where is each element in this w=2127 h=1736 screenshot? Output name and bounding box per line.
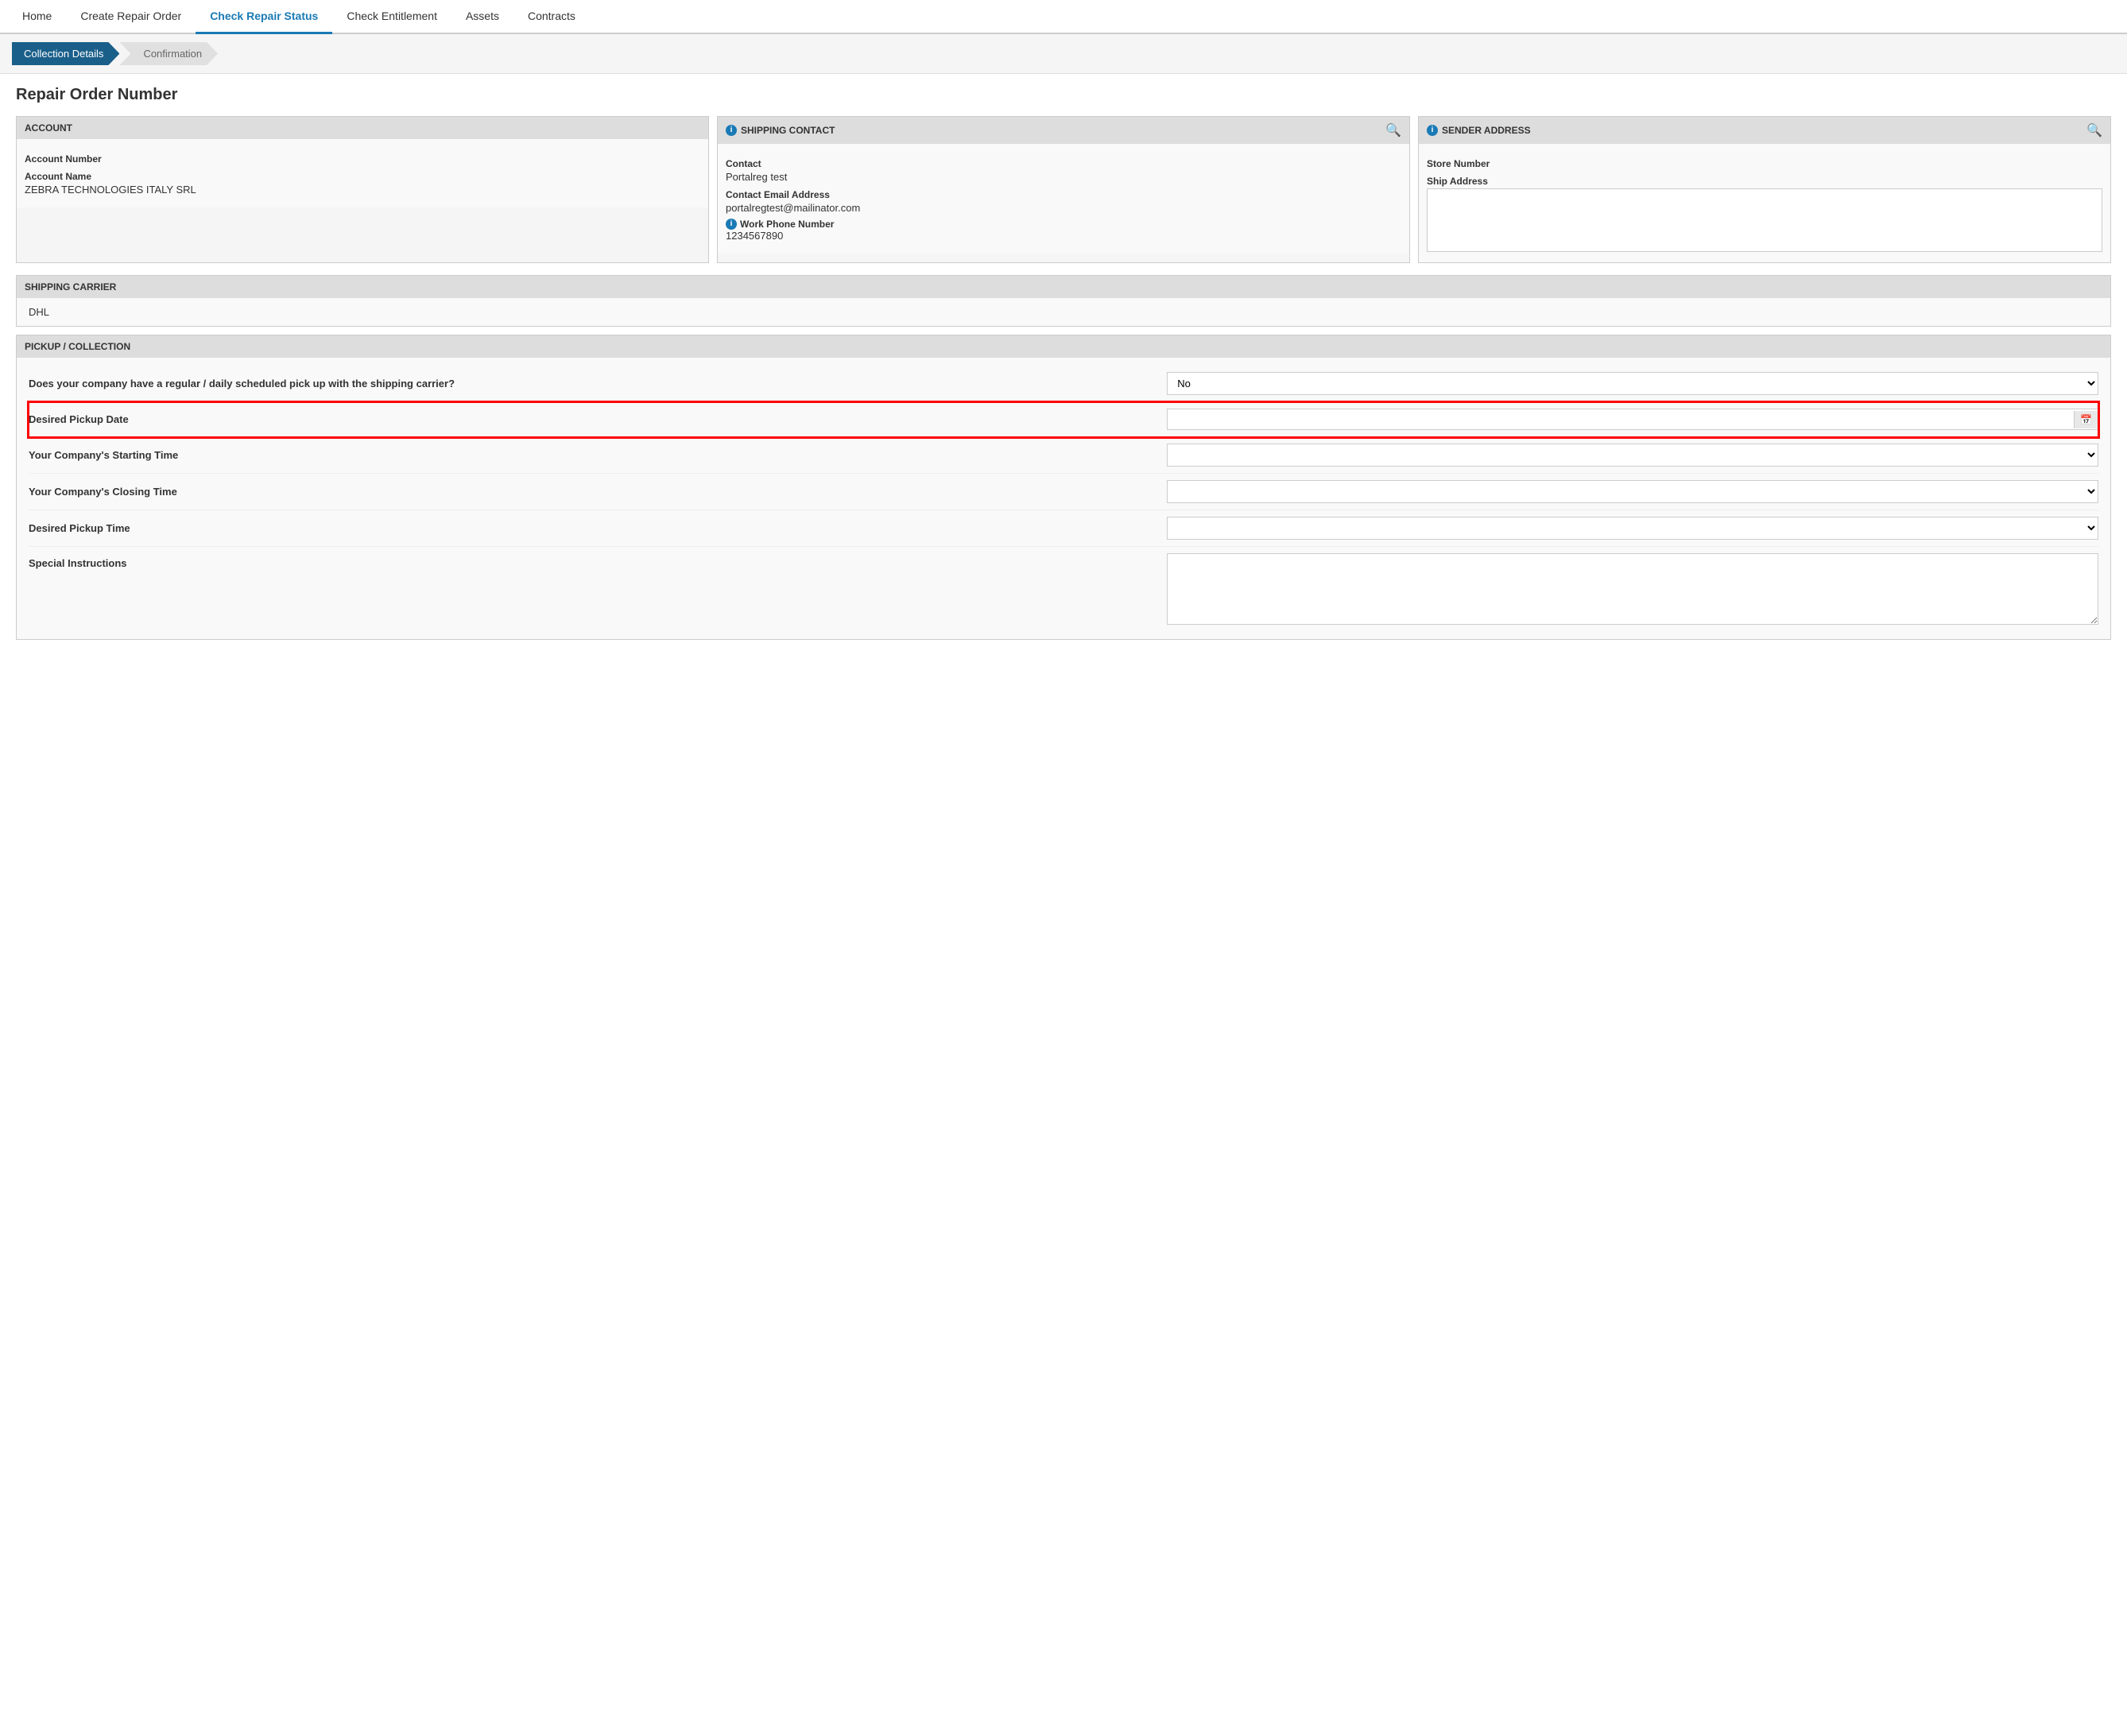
store-number-label: Store Number (1427, 158, 2102, 169)
page-content: Repair Order Number ACCOUNT Account Numb… (0, 74, 2127, 660)
work-phone-info-icon: i (726, 219, 737, 230)
account-name-value: ZEBRA TECHNOLOGIES ITALY SRL (25, 184, 700, 196)
starting-time-select[interactable] (1167, 444, 2098, 467)
sender-address-header-label: SENDER ADDRESS (1442, 125, 1531, 136)
closing-time-label: Your Company's Closing Time (29, 486, 1167, 498)
shipping-carrier-header: SHIPPING CARRIER (17, 276, 2110, 298)
special-instructions-control (1167, 553, 2098, 625)
starting-time-control (1167, 444, 2098, 467)
desired-pickup-time-control (1167, 517, 2098, 540)
regular-pickup-label: Does your company have a regular / daily… (29, 378, 1167, 389)
desired-pickup-date-control: 📅 (1167, 409, 2098, 430)
special-instructions-textarea[interactable] (1167, 553, 2098, 625)
desired-pickup-time-select[interactable] (1167, 517, 2098, 540)
sender-address-search-icon[interactable]: 🔍 (2086, 122, 2102, 138)
ship-address-label: Ship Address (1427, 176, 2102, 187)
desired-pickup-date-row: Desired Pickup Date 📅 (29, 402, 2098, 437)
calendar-icon: 📅 (2080, 414, 2092, 425)
account-panel-body: Account Number Account Name ZEBRA TECHNO… (17, 139, 708, 207)
shipping-carrier-value: DHL (29, 306, 2098, 318)
shipping-contact-header-label: SHIPPING CONTACT (741, 125, 835, 136)
desired-pickup-date-input[interactable] (1168, 409, 2074, 429)
regular-pickup-select[interactable]: No Yes (1167, 372, 2098, 395)
sender-address-header: i SENDER ADDRESS 🔍 (1419, 117, 2110, 144)
account-header-label: ACCOUNT (25, 122, 72, 134)
account-name-label: Account Name (25, 171, 700, 182)
calendar-button[interactable]: 📅 (2074, 411, 2098, 428)
special-instructions-label: Special Instructions (29, 553, 1167, 569)
work-phone-label: Work Phone Number (740, 219, 834, 230)
desired-pickup-time-label: Desired Pickup Time (29, 522, 1167, 534)
closing-time-select[interactable] (1167, 480, 2098, 503)
special-instructions-row: Special Instructions (29, 547, 2098, 631)
account-number-label: Account Number (25, 153, 700, 165)
work-phone-value: 1234567890 (726, 230, 1401, 242)
desired-pickup-date-label: Desired Pickup Date (29, 413, 1167, 425)
work-phone-row: i Work Phone Number (726, 219, 1401, 230)
steps-bar: Collection Details Confirmation (0, 34, 2127, 74)
pickup-body: Does your company have a regular / daily… (17, 358, 2110, 639)
closing-time-control (1167, 480, 2098, 503)
shipping-contact-panel: i SHIPPING CONTACT 🔍 Contact Portalreg t… (717, 116, 1410, 263)
sender-address-panel: i SENDER ADDRESS 🔍 Store Number Ship Add… (1418, 116, 2111, 263)
nav-check-entitlement[interactable]: Check Entitlement (332, 0, 451, 34)
starting-time-row: Your Company's Starting Time (29, 437, 2098, 474)
shipping-contact-header-left: i SHIPPING CONTACT (726, 125, 835, 136)
starting-time-label: Your Company's Starting Time (29, 449, 1167, 461)
desired-pickup-time-row: Desired Pickup Time (29, 510, 2098, 547)
sender-address-info-icon: i (1427, 125, 1438, 136)
nav-home[interactable]: Home (8, 0, 66, 34)
closing-time-row: Your Company's Closing Time (29, 474, 2098, 510)
shipping-carrier-body: DHL (17, 298, 2110, 326)
regular-pickup-row: Does your company have a regular / daily… (29, 366, 2098, 402)
shipping-contact-body: Contact Portalreg test Contact Email Add… (718, 144, 1409, 254)
date-input-wrap: 📅 (1167, 409, 2098, 430)
contact-label: Contact (726, 158, 1401, 169)
regular-pickup-control: No Yes (1167, 372, 2098, 395)
nav-bar: Home Create Repair Order Check Repair St… (0, 0, 2127, 34)
sender-address-body: Store Number Ship Address (1419, 144, 2110, 262)
shipping-contact-header: i SHIPPING CONTACT 🔍 (718, 117, 1409, 144)
contact-email-value: portalregtest@mailinator.com (726, 202, 1401, 214)
page-title: Repair Order Number (16, 86, 2111, 104)
shipping-contact-info-icon: i (726, 125, 737, 136)
account-panel-header: ACCOUNT (17, 117, 708, 139)
sender-address-header-left: i SENDER ADDRESS (1427, 125, 1531, 136)
ship-address-textarea[interactable] (1427, 188, 2102, 252)
pickup-header: PICKUP / COLLECTION (17, 335, 2110, 358)
step-confirmation[interactable]: Confirmation (119, 42, 218, 65)
contact-email-label: Contact Email Address (726, 189, 1401, 200)
info-panels: ACCOUNT Account Number Account Name ZEBR… (16, 116, 2111, 263)
pickup-section: PICKUP / COLLECTION Does your company ha… (16, 335, 2111, 640)
shipping-carrier-section: SHIPPING CARRIER DHL (16, 275, 2111, 327)
step-collection-details[interactable]: Collection Details (12, 42, 119, 65)
shipping-contact-search-icon[interactable]: 🔍 (1385, 122, 1401, 138)
account-panel: ACCOUNT Account Number Account Name ZEBR… (16, 116, 709, 263)
nav-assets[interactable]: Assets (451, 0, 513, 34)
contact-value: Portalreg test (726, 171, 1401, 183)
nav-check-repair-status[interactable]: Check Repair Status (196, 0, 332, 34)
nav-create-repair-order[interactable]: Create Repair Order (66, 0, 196, 34)
nav-contracts[interactable]: Contracts (513, 0, 590, 34)
